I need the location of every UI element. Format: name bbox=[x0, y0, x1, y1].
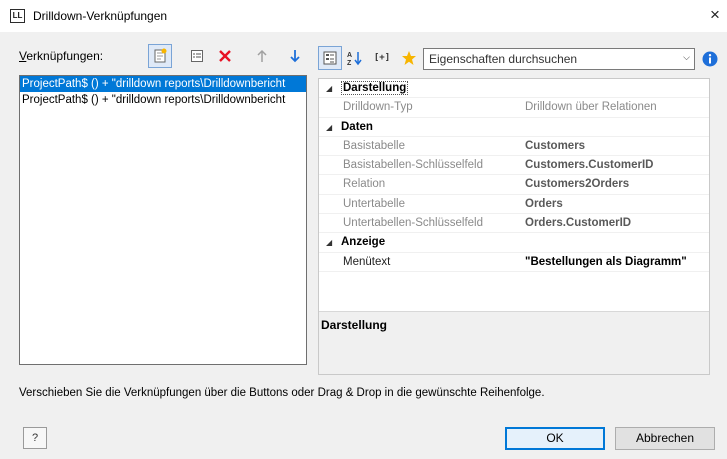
property-key: Basistabelle bbox=[343, 139, 406, 152]
close-button[interactable]: × bbox=[703, 0, 727, 32]
property-value[interactable]: Orders.CustomerID bbox=[525, 214, 631, 233]
help-button[interactable]: ? bbox=[23, 427, 47, 449]
collapse-icon[interactable]: ◢ bbox=[326, 79, 332, 98]
property-key: Basistabellen-Schlüsselfeld bbox=[343, 159, 483, 172]
links-label-text: erknüpfungen: bbox=[26, 49, 104, 63]
categorized-icon bbox=[323, 51, 337, 65]
window-title: Drilldown-Verknüpfungen bbox=[33, 9, 168, 23]
svg-text:Z: Z bbox=[347, 60, 352, 66]
svg-text:A: A bbox=[347, 52, 352, 59]
ok-button[interactable]: OK bbox=[505, 427, 605, 450]
chevron-down-icon[interactable]: ⌵ bbox=[683, 52, 690, 63]
star-icon bbox=[402, 51, 416, 65]
links-label: Verknüpfungen: bbox=[19, 49, 103, 63]
property-key: Untertabelle bbox=[343, 197, 406, 210]
property-row[interactable]: Untertabellen-Schlüsselfeld Orders.Custo… bbox=[319, 214, 709, 234]
collapse-icon[interactable]: ◢ bbox=[326, 118, 332, 137]
description-title: Darstellung bbox=[321, 318, 388, 332]
collapse-icon[interactable]: ◢ bbox=[326, 233, 332, 252]
new-link-button[interactable] bbox=[148, 44, 172, 68]
property-row[interactable]: Relation Customers2Orders bbox=[319, 175, 709, 195]
property-row[interactable]: Basistabellen-Schlüsselfeld Customers.Cu… bbox=[319, 156, 709, 176]
sort-alphabetical-button[interactable]: A Z bbox=[342, 46, 366, 70]
list-item[interactable]: ProjectPath$ () + "drilldown reports\Dri… bbox=[20, 76, 306, 92]
sort-az-icon: A Z bbox=[347, 52, 362, 66]
property-value[interactable]: Customers.CustomerID bbox=[525, 156, 653, 175]
delete-icon bbox=[219, 50, 231, 62]
list-item[interactable]: ProjectPath$ () + "drilldown reports\Dri… bbox=[20, 92, 306, 108]
move-down-icon bbox=[290, 50, 300, 63]
move-down-button[interactable] bbox=[283, 44, 307, 68]
description-panel: Darstellung bbox=[319, 312, 709, 374]
categorized-view-button[interactable] bbox=[318, 46, 342, 70]
category-daten[interactable]: ◢ Daten bbox=[319, 118, 709, 137]
property-value[interactable]: Drilldown über Relationen bbox=[525, 98, 657, 117]
property-value[interactable]: Customers bbox=[525, 137, 585, 156]
property-row[interactable]: Untertabelle Orders bbox=[319, 195, 709, 215]
property-row[interactable]: Menütext "Bestellungen als Diagramm" bbox=[319, 253, 709, 272]
info-icon bbox=[702, 51, 718, 67]
cancel-button[interactable]: Abbrechen bbox=[615, 427, 715, 450]
property-grid: ◢ Darstellung Drilldown-Typ Drilldown üb… bbox=[318, 78, 710, 375]
property-key: Menütext bbox=[343, 255, 391, 268]
title-bar: LL Drilldown-Verknüpfungen × bbox=[0, 0, 727, 32]
expand-all-button[interactable]: [+] bbox=[368, 46, 396, 70]
property-grid-rows: ◢ Darstellung Drilldown-Typ Drilldown üb… bbox=[319, 79, 709, 272]
links-list[interactable]: ProjectPath$ () + "drilldown reports\Dri… bbox=[19, 75, 307, 365]
info-button[interactable] bbox=[698, 47, 722, 71]
property-row[interactable]: Basistabelle Customers bbox=[319, 137, 709, 157]
property-key: Relation bbox=[343, 178, 386, 191]
category-title: Anzeige bbox=[341, 236, 386, 249]
move-up-button[interactable] bbox=[250, 44, 274, 68]
category-darstellung[interactable]: ◢ Darstellung bbox=[319, 79, 709, 99]
search-input[interactable]: Eigenschaften durchsuchen bbox=[429, 52, 577, 66]
property-value[interactable]: Customers2Orders bbox=[525, 175, 629, 194]
delete-button[interactable] bbox=[213, 44, 237, 68]
property-value[interactable]: "Bestellungen als Diagramm" bbox=[525, 253, 687, 272]
property-row[interactable]: Drilldown-Typ Drilldown über Relationen bbox=[319, 98, 709, 118]
hint-text: Verschieben Sie die Verknüpfungen über d… bbox=[19, 387, 545, 399]
property-key: Untertabellen-Schlüsselfeld bbox=[343, 217, 483, 230]
category-title: Daten bbox=[341, 120, 373, 133]
move-up-icon bbox=[257, 49, 267, 62]
favorites-button[interactable] bbox=[397, 46, 421, 70]
properties-search-combobox[interactable]: Eigenschaften durchsuchen ⌵ bbox=[423, 48, 695, 70]
app-icon: LL bbox=[10, 9, 25, 23]
properties-list-button[interactable] bbox=[185, 44, 209, 68]
property-value[interactable]: Orders bbox=[525, 195, 563, 214]
new-link-icon bbox=[154, 48, 167, 63]
category-anzeige[interactable]: ◢ Anzeige bbox=[319, 233, 709, 253]
property-key: Drilldown-Typ bbox=[343, 101, 413, 114]
category-title: Darstellung bbox=[341, 81, 409, 95]
properties-list-icon bbox=[191, 50, 203, 62]
help-icon: ? bbox=[31, 432, 39, 444]
